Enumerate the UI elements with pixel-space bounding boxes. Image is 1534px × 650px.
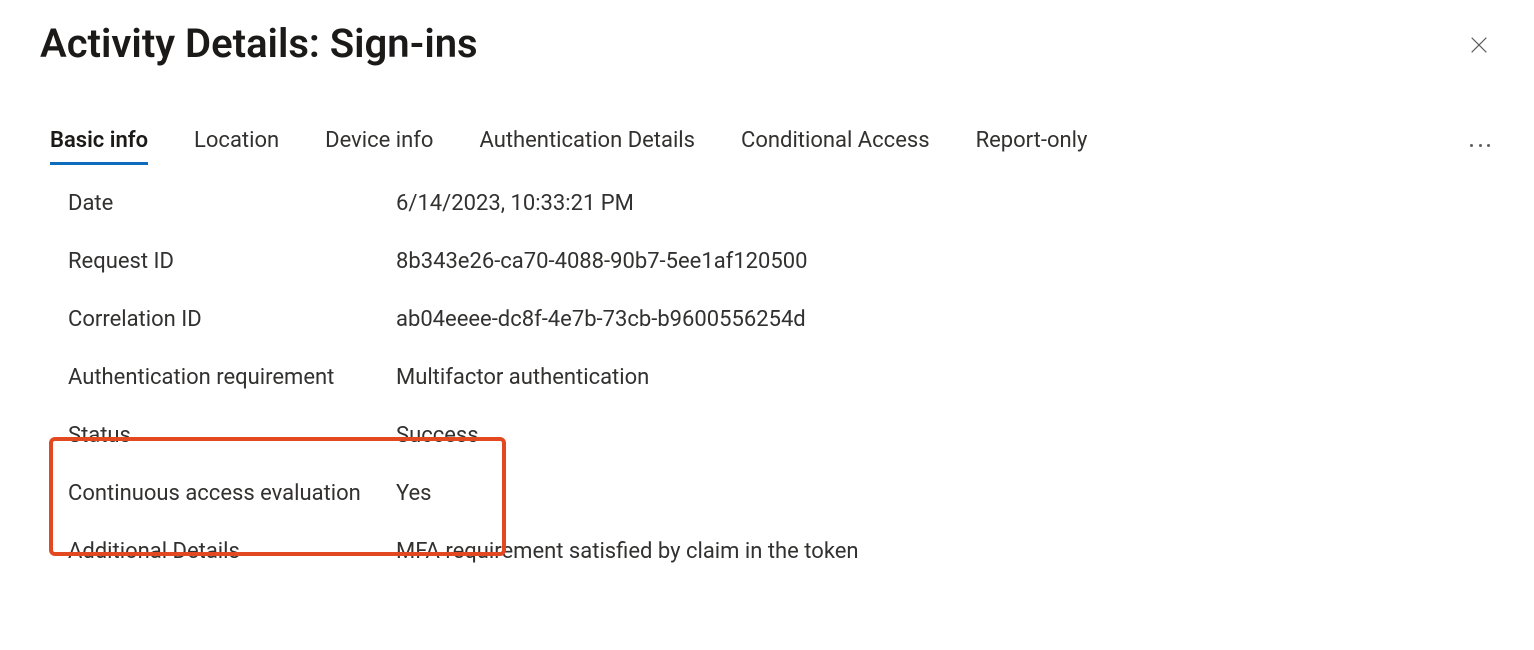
close-button[interactable] [1460, 26, 1498, 67]
tab-bar: Basic info Location Device info Authenti… [40, 128, 1494, 165]
value-authentication-requirement: Multifactor authentication [396, 365, 649, 390]
panel-header: Activity Details: Sign-ins [40, 20, 1494, 68]
value-continuous-access-evaluation: Yes [396, 481, 432, 506]
panel-title: Activity Details: Sign-ins [40, 20, 478, 68]
row-request-id: Request ID 8b343e26-ca70-4088-90b7-5ee1a… [68, 249, 1494, 307]
row-date: Date 6/14/2023, 10:33:21 PM [68, 191, 1494, 249]
value-request-id: 8b343e26-ca70-4088-90b7-5ee1af120500 [396, 249, 808, 274]
close-icon [1468, 34, 1490, 59]
value-status: Success [396, 423, 479, 448]
tab-device-info[interactable]: Device info [325, 128, 433, 165]
row-status: Status Success [68, 423, 1494, 481]
tab-authentication-details[interactable]: Authentication Details [479, 128, 695, 165]
label-date: Date [68, 191, 396, 216]
details-list: Date 6/14/2023, 10:33:21 PM Request ID 8… [40, 191, 1494, 597]
label-continuous-access-evaluation: Continuous access evaluation [68, 481, 396, 506]
tab-basic-info[interactable]: Basic info [50, 128, 148, 165]
tab-location[interactable]: Location [194, 128, 279, 165]
label-status: Status [68, 423, 396, 448]
label-request-id: Request ID [68, 249, 396, 274]
row-additional-details: Additional Details MFA requirement satis… [68, 539, 1494, 597]
tab-conditional-access[interactable]: Conditional Access [741, 128, 930, 165]
value-additional-details: MFA requirement satisfied by claim in th… [396, 539, 859, 564]
row-correlation-id: Correlation ID ab04eeee-dc8f-4e7b-73cb-b… [68, 307, 1494, 365]
tab-overflow-button[interactable] [1470, 128, 1494, 165]
value-correlation-id: ab04eeee-dc8f-4e7b-73cb-b9600556254d [396, 307, 806, 332]
tab-report-only[interactable]: Report-only [976, 128, 1088, 165]
value-date: 6/14/2023, 10:33:21 PM [396, 191, 634, 216]
label-authentication-requirement: Authentication requirement [68, 365, 396, 390]
row-authentication-requirement: Authentication requirement Multifactor a… [68, 365, 1494, 423]
label-correlation-id: Correlation ID [68, 307, 396, 332]
more-icon [1470, 128, 1490, 153]
label-additional-details: Additional Details [68, 539, 396, 564]
row-continuous-access-evaluation: Continuous access evaluation Yes [68, 481, 1494, 539]
activity-details-panel: Activity Details: Sign-ins Basic info Lo… [0, 0, 1534, 597]
